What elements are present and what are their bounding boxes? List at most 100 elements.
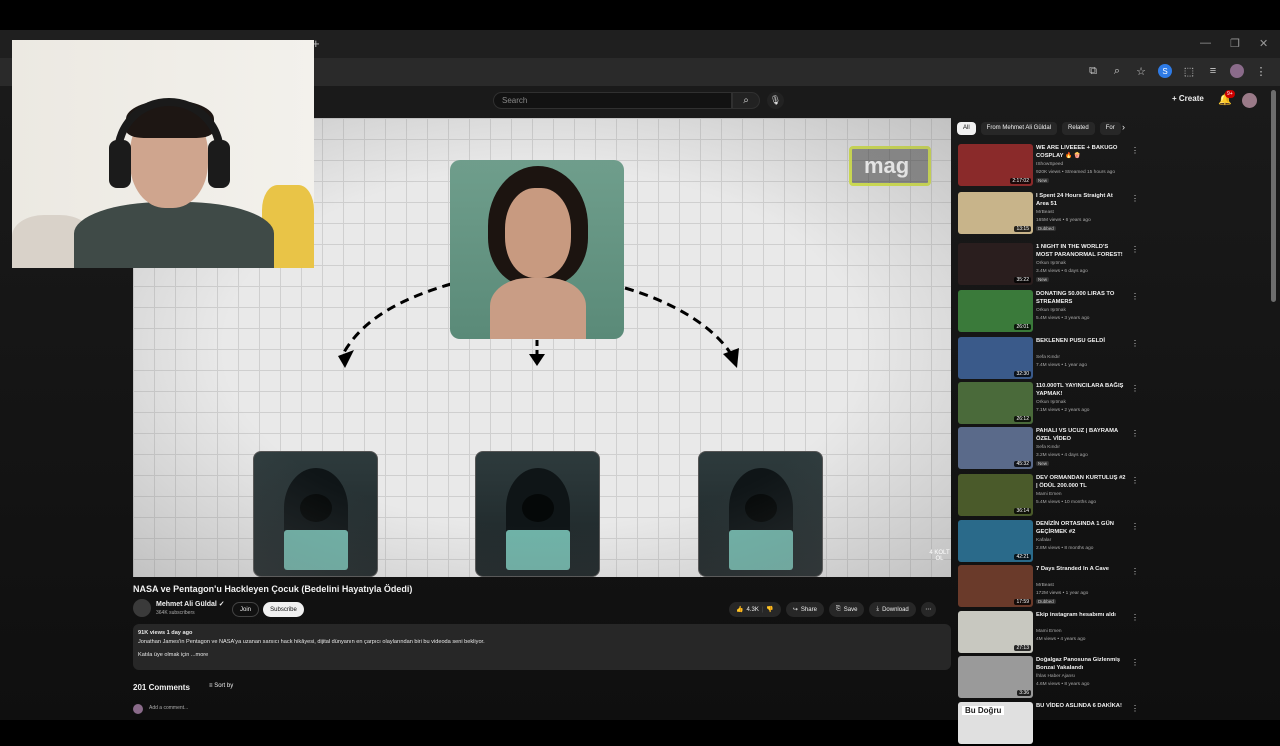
more-vert-icon[interactable]: ⋮ <box>1131 339 1139 348</box>
rec-item[interactable]: 2:17:02 WE ARE LIVEEEE + BAKUGO COSPLAY 🔥… <box>958 144 1139 188</box>
create-button[interactable]: + Create <box>1172 94 1204 103</box>
rec-item[interactable]: 45:32 PAHALI VS UCUZ | BAYRAMA ÖZEL VİDEO… <box>958 427 1139 471</box>
rec-thumbnail[interactable]: 3:36 <box>958 656 1033 698</box>
avatar[interactable] <box>1242 93 1257 108</box>
save-button[interactable]: ⎘ Save <box>828 602 865 617</box>
rec-item[interactable]: 13:15 I Spent 24 Hours Straight At Area 5… <box>958 192 1139 236</box>
rec-item[interactable]: 35:22 1 NIGHT IN THE WORLD'S MOST PARANOR… <box>958 243 1139 287</box>
rec-title[interactable]: 1 NIGHT IN THE WORLD'S MOST PARANORMAL F… <box>1036 243 1126 259</box>
rec-item[interactable]: 36:14 DEV ORMANDAN KURTULUŞ #2 | ÖDÜL 200… <box>958 474 1139 518</box>
rec-thumbnail[interactable]: Bu Doğru <box>958 702 1033 744</box>
more-link[interactable]: ...more <box>191 652 208 658</box>
rec-title[interactable]: BEKLENEN PUSU GELDİ <box>1036 337 1126 345</box>
rec-thumbnail[interactable]: 13:15 <box>958 192 1033 234</box>
rec-title[interactable]: Ekip instagram hesabımı aldı <box>1036 611 1126 619</box>
rec-channel[interactable]: Sefa Kındır <box>1036 444 1131 452</box>
search-icon[interactable]: ⌕ <box>732 92 760 109</box>
rec-title[interactable]: I Spent 24 Hours Straight At Area 51 <box>1036 192 1126 208</box>
rec-item[interactable]: 27:13 Ekip instagram hesabımı aldı Mami Em… <box>958 611 1139 655</box>
reading-list-icon[interactable]: ≡ <box>1206 64 1220 78</box>
thumbs-down-icon[interactable]: 👎 <box>766 606 773 613</box>
chip-from-channel[interactable]: From Mehmet Ali Güldal <box>980 122 1058 135</box>
more-vert-icon[interactable]: ⋮ <box>1131 384 1139 393</box>
more-actions-icon[interactable]: ⋯ <box>920 602 936 617</box>
more-vert-icon[interactable]: ⋮ <box>1131 194 1139 203</box>
more-vert-icon[interactable]: ⋮ <box>1131 567 1139 576</box>
search-input[interactable]: Search <box>493 92 732 109</box>
more-vert-icon[interactable]: ⋮ <box>1131 704 1139 713</box>
more-vert-icon[interactable]: ⋮ <box>1131 658 1139 667</box>
extension-icon[interactable]: S <box>1158 64 1172 78</box>
rec-channel[interactable]: IShowSpeed <box>1036 161 1131 169</box>
rec-channel[interactable]: Sefa Kındır <box>1036 354 1131 362</box>
rec-title[interactable]: 110.000TL YAYINCILARA BAĞIŞ YAPMAK! <box>1036 382 1126 398</box>
rec-thumbnail[interactable]: 36:14 <box>958 474 1033 516</box>
rec-title[interactable]: DENİZİN ORTASINDA 1 GÜN GEÇİRMEK #2 <box>1036 520 1126 536</box>
bookmark-star-icon[interactable]: ☆ <box>1134 64 1148 78</box>
rec-channel[interactable]: MrBeast <box>1036 209 1131 217</box>
like-button[interactable]: 👍 4.3K | 👎 <box>729 602 781 617</box>
more-vert-icon[interactable]: ⋮ <box>1131 292 1139 301</box>
rec-channel[interactable]: Orkun Işıtmak <box>1036 307 1131 315</box>
extensions-puzzle-icon[interactable]: ⬚ <box>1182 64 1196 78</box>
scrollbar[interactable] <box>1271 90 1276 302</box>
more-vert-icon[interactable]: ⋮ <box>1131 613 1139 622</box>
channel-avatar[interactable] <box>133 599 151 617</box>
rec-channel[interactable]: MrBeast <box>1036 582 1131 590</box>
rec-channel[interactable]: Orkun Işıtmak <box>1036 399 1131 407</box>
rec-title[interactable]: BU VİDEO ASLINDA 6 DAKİKA! <box>1036 702 1126 710</box>
rec-title[interactable]: DONATING 50.000 LIRAS TO STREAMERS <box>1036 290 1126 306</box>
rec-thumbnail[interactable]: 26:12 <box>958 382 1033 424</box>
more-vert-icon[interactable]: ⋮ <box>1131 245 1139 254</box>
description-box[interactable]: 91K views 1 day ago Jonathan James'in Pe… <box>133 624 951 670</box>
rec-item[interactable]: 3:36 Doğalgaz Panosuna Gizlenmiş Bonzai Y… <box>958 656 1139 700</box>
rec-thumbnail[interactable]: 2:17:02 <box>958 144 1033 186</box>
mic-icon[interactable]: 🎙 <box>767 92 784 109</box>
rec-channel[interactable]: Mami Emen <box>1036 628 1131 636</box>
rec-channel[interactable]: Kafalar <box>1036 537 1131 545</box>
channel-name[interactable]: Mehmet Ali Güldal ✓ <box>156 600 225 608</box>
rec-thumbnail[interactable]: 27:13 <box>958 611 1033 653</box>
add-comment-input[interactable]: Add a comment... <box>149 705 188 711</box>
rec-item[interactable]: 32:30 BEKLENEN PUSU GELDİ Sefa Kındır 7.4M … <box>958 337 1139 381</box>
rec-thumbnail[interactable]: 32:30 <box>958 337 1033 379</box>
rec-channel[interactable]: İhlas Haber Ajansı <box>1036 673 1131 681</box>
browser-profile-icon[interactable] <box>1230 64 1244 78</box>
more-vert-icon[interactable]: ⋮ <box>1131 522 1139 531</box>
minimize-icon[interactable]: — <box>1200 37 1211 49</box>
rec-thumbnail[interactable]: 45:32 <box>958 427 1033 469</box>
rec-thumbnail[interactable]: 35:22 <box>958 243 1033 285</box>
more-vert-icon[interactable]: ⋮ <box>1131 429 1139 438</box>
download-button[interactable]: ⤓ Download <box>869 602 916 617</box>
rec-title[interactable]: PAHALI VS UCUZ | BAYRAMA ÖZEL VİDEO <box>1036 427 1126 443</box>
install-icon[interactable]: ⧉ <box>1086 64 1100 78</box>
share-button[interactable]: ↪ Share <box>785 602 824 617</box>
chip-related[interactable]: Related <box>1062 122 1095 135</box>
rec-item[interactable]: 26:01 DONATING 50.000 LIRAS TO STREAMERS O… <box>958 290 1139 334</box>
rec-item[interactable]: 17:59 7 Days Stranded In A Cave MrBeast 172… <box>958 565 1139 609</box>
rec-title[interactable]: Doğalgaz Panosuna Gizlenmiş Bonzai Yakal… <box>1036 656 1126 672</box>
chevron-right-icon[interactable]: › <box>1122 122 1125 132</box>
rec-channel[interactable]: Orkun Işıtmak <box>1036 260 1131 268</box>
rec-item[interactable]: 42:21 DENİZİN ORTASINDA 1 GÜN GEÇİRMEK #2… <box>958 520 1139 564</box>
rec-title[interactable]: DEV ORMANDAN KURTULUŞ #2 | ÖDÜL 200.000 … <box>1036 474 1126 490</box>
rec-channel[interactable]: Mami Emen <box>1036 491 1131 499</box>
chip-for-you[interactable]: For <box>1099 122 1121 135</box>
more-vert-icon[interactable]: ⋮ <box>1131 476 1139 485</box>
join-button[interactable]: Join <box>232 602 259 617</box>
rec-item[interactable]: Bu Doğru BU VİDEO ASLINDA 6 DAKİKA! ⋮ <box>958 702 1139 746</box>
rec-thumbnail[interactable]: 26:01 <box>958 290 1033 332</box>
maximize-icon[interactable]: ❐ <box>1230 37 1240 50</box>
sort-button[interactable]: ≡ Sort by <box>209 683 233 689</box>
close-icon[interactable]: ✕ <box>1259 37 1268 50</box>
more-vert-icon[interactable]: ⋮ <box>1131 146 1139 155</box>
rec-thumbnail[interactable]: 17:59 <box>958 565 1033 607</box>
subscribe-button[interactable]: Subscribe <box>263 602 304 617</box>
rec-title[interactable]: WE ARE LIVEEEE + BAKUGO COSPLAY 🔥 🍿 <box>1036 144 1126 160</box>
zoom-icon[interactable]: ⌕ <box>1110 64 1124 78</box>
rec-thumbnail[interactable]: 42:21 <box>958 520 1033 562</box>
rec-title[interactable]: 7 Days Stranded In A Cave <box>1036 565 1126 573</box>
browser-menu-icon[interactable]: ⋮ <box>1254 64 1268 78</box>
chip-all[interactable]: All <box>957 122 976 135</box>
rec-item[interactable]: 26:12 110.000TL YAYINCILARA BAĞIŞ YAPMAK!… <box>958 382 1139 426</box>
